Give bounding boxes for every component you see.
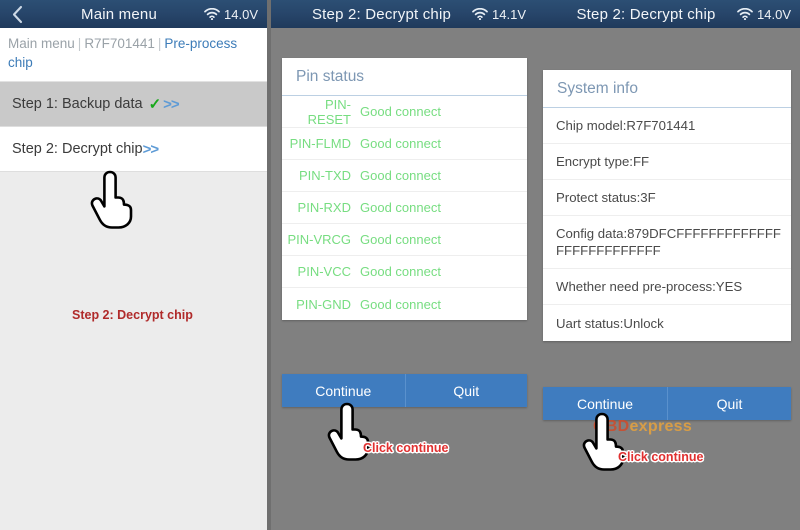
quit-button[interactable]: Quit xyxy=(667,387,791,420)
table-row: PIN-GND Good connect xyxy=(282,288,527,320)
wifi-icon xyxy=(204,8,220,20)
panel2-title: Step 2: Decrypt chip xyxy=(311,5,452,23)
pin-status-value: Good connect xyxy=(360,168,441,183)
pin-status-title: Pin status xyxy=(282,58,527,96)
pin-label: PIN-FLMD xyxy=(289,136,351,151)
panel1-titlebar: Main menu 14.0V xyxy=(0,0,267,28)
breadcrumb-separator-1: | xyxy=(77,36,82,51)
pin-label: PIN-GND xyxy=(296,296,351,312)
watermark-suffix: express xyxy=(629,418,693,435)
panel2-button-bar: Continue Quit xyxy=(282,374,527,407)
panel-main-menu: Main menu 14.0V Main menu | R7F701441 | Pre-… xyxy=(0,0,267,530)
table-row: PIN-TXD Good connect xyxy=(282,160,527,192)
table-row: PIN-FLMD Good connect xyxy=(282,128,527,160)
panel1-status-area: 14.0V xyxy=(204,7,267,22)
pin-status-value: Good connect xyxy=(360,264,441,279)
panel3-voltage: 14.0V xyxy=(757,6,791,22)
step1-label: Step 1: Backup data xyxy=(12,96,143,112)
panel1-annotation: Step 2: Decrypt chip xyxy=(72,308,193,322)
pin-status-value: Good connect xyxy=(360,200,441,215)
app-screenshot: Main menu 14.0V Main menu | R7F701441 | Pre-… xyxy=(0,0,800,530)
wifi-icon xyxy=(737,8,753,20)
panel-system-info: Step 2: Decrypt chip 14.0V System info C… xyxy=(535,0,800,530)
pin-label: PIN-VCC xyxy=(297,264,351,279)
pointing-hand-cursor xyxy=(90,170,133,229)
panel1-content-area: Step 2: Decrypt chip xyxy=(0,170,267,529)
breadcrumb-item-main-menu[interactable]: Main menu xyxy=(8,36,75,51)
continue-button[interactable]: Continue xyxy=(282,374,405,407)
panel2-voltage: 14.1V xyxy=(492,6,526,22)
pin-status-value: Good connect xyxy=(360,296,441,312)
panel3-annotation: Click continue xyxy=(618,450,704,464)
list-item: Chip model:R7F701441 xyxy=(543,108,791,144)
step-list: Step 1: Backup data ✓ >> Step 2: Decrypt… xyxy=(0,82,267,172)
panel1-voltage: 14.0V xyxy=(224,6,258,22)
step2-chevrons-icon: >> xyxy=(142,140,160,158)
pin-status-list: PIN-RESET Good connect PIN-FLMD Good con… xyxy=(282,96,527,320)
step-item-backup-data[interactable]: Step 1: Backup data ✓ >> xyxy=(0,82,267,127)
step1-chevrons-icon: >> xyxy=(163,95,180,113)
panel2-titlebar: Step 2: Decrypt chip 14.1V xyxy=(271,0,535,28)
chevron-left-icon xyxy=(12,5,22,23)
list-item: Protect status:3F xyxy=(543,180,791,216)
table-row: PIN-RXD Good connect xyxy=(282,192,527,224)
quit-button[interactable]: Quit xyxy=(404,374,527,407)
panel3-status-area: 14.0V xyxy=(737,7,800,22)
watermark: OBDexpress xyxy=(593,418,692,436)
panel3-title: Step 2: Decrypt chip xyxy=(576,5,716,23)
breadcrumb-item-chip[interactable]: R7F701441 xyxy=(84,36,155,51)
table-row: PIN-VRCG Good connect xyxy=(282,224,527,256)
panel2-status-area: 14.1V xyxy=(472,7,535,22)
check-icon: ✓ xyxy=(148,96,162,113)
panel3-titlebar: Step 2: Decrypt chip 14.0V xyxy=(535,0,800,28)
breadcrumb-separator-2: | xyxy=(157,36,162,51)
pin-label: PIN-VRCG xyxy=(287,232,351,247)
pin-label: PIN-RXD xyxy=(297,200,351,215)
pin-status-value: Good connect xyxy=(360,136,441,151)
continue-button[interactable]: Continue xyxy=(543,387,667,420)
table-row: PIN-VCC Good connect xyxy=(282,256,527,288)
step2-label: Step 2: Decrypt chip xyxy=(12,141,143,157)
panel-pin-status: Step 2: Decrypt chip 14.1V Pin status PI… xyxy=(271,0,535,530)
system-info-list: Chip model:R7F701441 Encrypt type:FF Pro… xyxy=(543,108,791,341)
pin-status-value: Good connect xyxy=(360,232,441,247)
pin-status-card: Pin status PIN-RESET Good connect PIN-FL… xyxy=(282,58,527,320)
pin-label: PIN-TXD xyxy=(299,168,351,183)
system-info-title: System info xyxy=(543,70,791,108)
panel2-annotation: Click continue xyxy=(363,441,449,455)
breadcrumb: Main menu | R7F701441 | Pre-process chip xyxy=(0,28,267,82)
list-item: Whether need pre-process:YES xyxy=(543,269,791,305)
watermark-brand: OBD xyxy=(593,418,630,435)
wifi-icon xyxy=(472,8,488,20)
back-button[interactable] xyxy=(0,5,34,24)
step-item-decrypt-chip[interactable]: Step 2: Decrypt chip >> xyxy=(0,127,267,172)
list-item: Encrypt type:FF xyxy=(543,144,791,180)
panel1-title: Main menu xyxy=(81,5,158,23)
panel3-button-bar: Continue Quit xyxy=(543,387,791,420)
table-row: PIN-RESET Good connect xyxy=(282,96,527,128)
system-info-card: System info Chip model:R7F701441 Encrypt… xyxy=(543,70,791,341)
list-item: Uart status:Unlock xyxy=(556,315,664,331)
pin-status-value: Good connect xyxy=(360,104,441,119)
pin-label: PIN-RESET xyxy=(307,96,351,127)
list-item: Config data:879DFCFFFFFFFFFFFFFFFFFFFFFF… xyxy=(543,216,791,269)
